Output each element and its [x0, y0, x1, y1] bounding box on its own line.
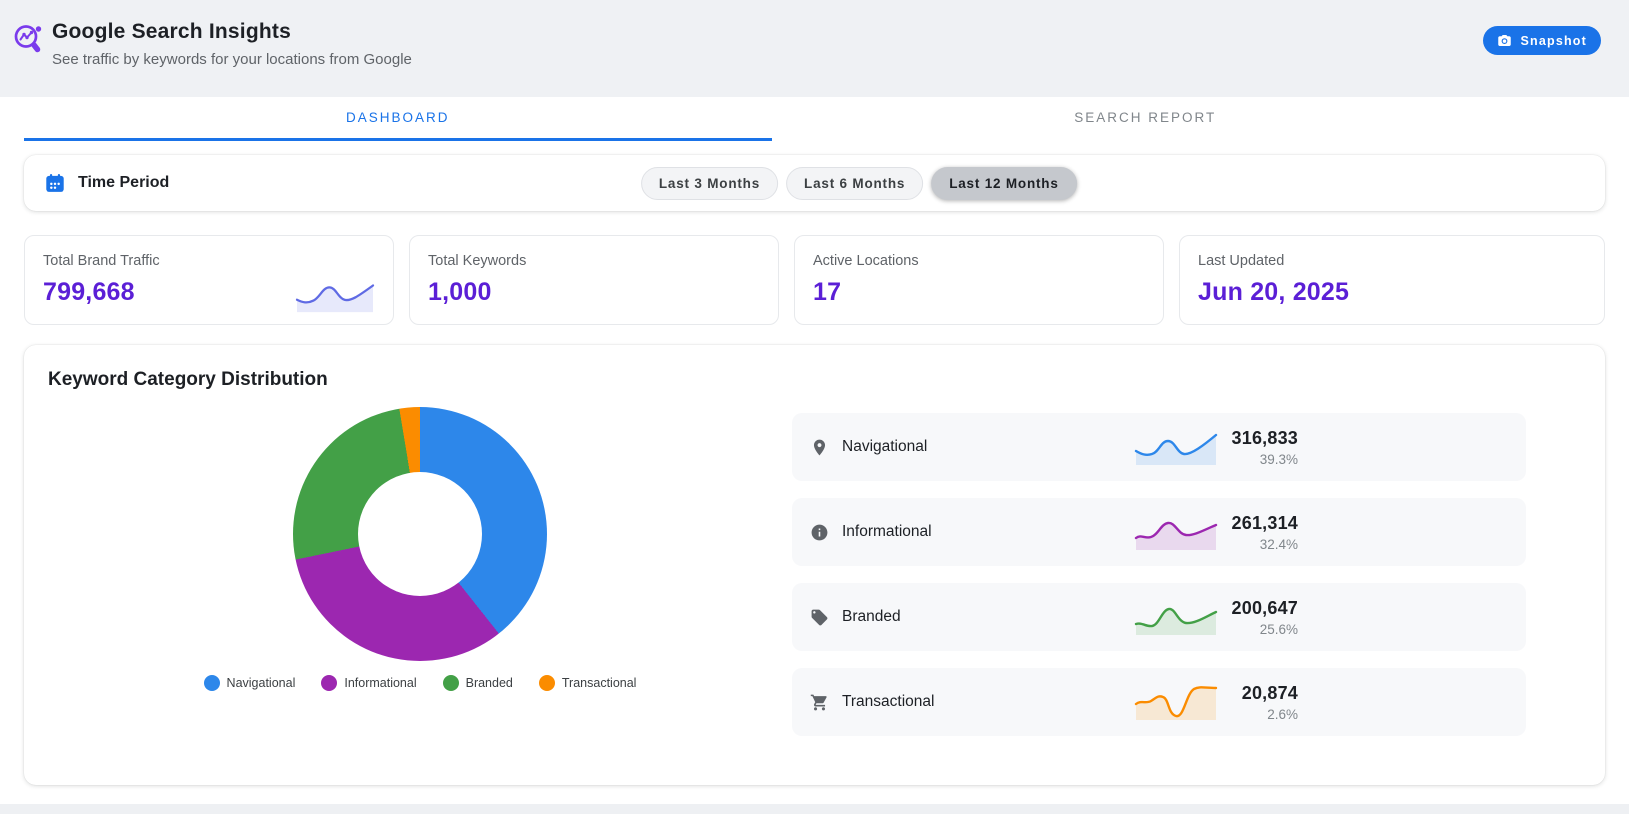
time-period-label: Time Period	[78, 174, 170, 191]
legend-label: Branded	[465, 676, 513, 690]
tab-search-report[interactable]: SEARCH REPORT	[772, 97, 1520, 141]
category-label: Transactional	[842, 693, 935, 710]
info-icon	[810, 523, 829, 542]
camera-icon	[1498, 35, 1512, 46]
tab-dashboard[interactable]: DASHBOARD	[24, 97, 772, 141]
tab-dashboard-label: DASHBOARD	[345, 110, 450, 125]
category-value: 261,314	[1231, 512, 1298, 533]
header: Google Search Insights See traffic by ke…	[0, 0, 1629, 97]
legend-item-transactional[interactable]: Transactional	[538, 675, 637, 691]
category-row-navigational[interactable]: Navigational 316,833 39.3%	[792, 413, 1526, 481]
distribution-title: Keyword Category Distribution	[48, 369, 328, 390]
location-pin-icon	[810, 438, 829, 457]
stat-card-total-keywords: Total Keywords 1,000	[409, 235, 779, 325]
stat-card-total-brand-traffic: Total Brand Traffic 799,668	[24, 235, 394, 325]
category-list: Navigational 316,833 39.3% Informational	[792, 413, 1581, 736]
snapshot-button[interactable]: Snapshot	[1483, 26, 1601, 55]
page-subtitle: See traffic by keywords for your locatio…	[52, 51, 412, 68]
stat-label: Active Locations	[813, 253, 919, 269]
legend-label: Navigational	[226, 676, 296, 690]
tab-bar: DASHBOARD SEARCH REPORT	[0, 97, 1629, 141]
category-row-branded[interactable]: Branded 200,647 25.6%	[792, 583, 1526, 651]
tag-icon	[810, 608, 829, 627]
category-percent: 32.4%	[1259, 536, 1298, 552]
category-percent: 39.3%	[1259, 451, 1298, 467]
stat-label: Total Brand Traffic	[43, 253, 160, 269]
stat-label: Total Keywords	[428, 253, 527, 269]
legend-dot	[442, 675, 459, 691]
category-value: 200,647	[1231, 597, 1298, 618]
category-value: 316,833	[1231, 427, 1298, 448]
donut-chart[interactable]	[293, 407, 547, 661]
legend-item-branded[interactable]: Branded	[442, 675, 513, 691]
legend-label: Informational	[344, 676, 417, 690]
shopping-cart-icon	[810, 693, 829, 712]
stat-value: Jun 20, 2025	[1198, 278, 1350, 306]
last-3-months-button[interactable]: Last 3 Months	[640, 166, 779, 200]
legend-dot	[321, 675, 338, 691]
legend-label: Transactional	[561, 676, 637, 690]
last-6-months-button[interactable]: Last 6 Months	[786, 166, 924, 200]
page-title: Google Search Insights	[52, 20, 291, 43]
tab-search-report-label: SEARCH REPORT	[1074, 110, 1217, 125]
category-label: Branded	[842, 608, 901, 625]
category-label: Informational	[842, 523, 932, 540]
category-row-transactional[interactable]: Transactional 20,874 2.6%	[792, 668, 1526, 736]
snapshot-label: Snapshot	[1520, 33, 1587, 48]
search-insights-logo-icon	[10, 22, 50, 62]
last-12-months-button[interactable]: Last 12 Months	[931, 166, 1077, 200]
stat-value: 17	[813, 278, 842, 306]
category-percent: 2.6%	[1267, 706, 1298, 722]
keyword-category-distribution-card: Keyword Category Distribution Navigation…	[24, 345, 1605, 785]
informational-sparkline	[1134, 521, 1217, 550]
time-period-options: Last 3 Months Last 6 Months Last 12 Mont…	[640, 166, 1077, 200]
category-row-informational[interactable]: Informational 261,314 32.4%	[792, 498, 1526, 566]
category-percent: 25.6%	[1259, 621, 1298, 637]
legend-dot	[203, 675, 220, 691]
brand-traffic-sparkline	[295, 284, 375, 313]
legend-item-navigational[interactable]: Navigational	[203, 675, 296, 691]
time-period-card: Time Period Last 3 Months Last 6 Months …	[24, 155, 1605, 211]
legend-dot	[538, 675, 555, 691]
calendar-icon	[46, 174, 64, 192]
stat-cards: Total Brand Traffic 799,668 Total Keywor…	[24, 235, 1605, 325]
chart-legend: Navigational Informational Branded Trans…	[203, 675, 637, 691]
branded-sparkline	[1134, 607, 1217, 635]
transactional-sparkline	[1134, 686, 1218, 720]
stat-card-last-updated: Last Updated Jun 20, 2025	[1179, 235, 1605, 325]
stat-card-active-locations: Active Locations 17	[794, 235, 1164, 325]
next-section-edge	[0, 804, 1629, 814]
stat-label: Last Updated	[1198, 253, 1285, 269]
category-label: Navigational	[842, 438, 928, 455]
category-value: 20,874	[1241, 682, 1298, 703]
stat-value: 1,000	[428, 278, 492, 306]
navigational-sparkline	[1134, 433, 1217, 465]
legend-item-informational[interactable]: Informational	[321, 675, 417, 691]
